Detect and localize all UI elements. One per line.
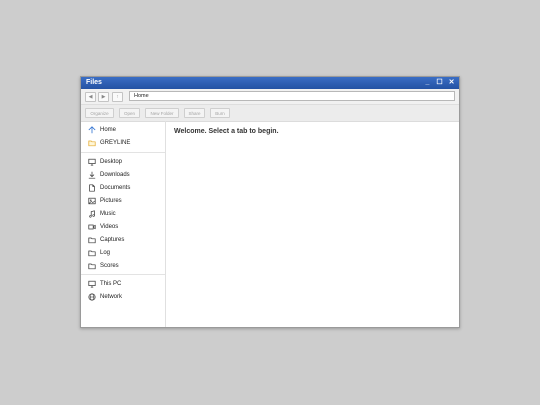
sidebar: Home GREYLINE Desktop Downloads Document… [81,121,166,327]
globe-icon [87,293,96,302]
content-pane: Welcome. Select a tab to begin. [166,121,459,327]
picture-icon [87,197,96,206]
sidebar-item-label: Music [100,211,116,217]
document-icon [87,184,96,193]
download-icon [87,171,96,180]
new-folder-button[interactable]: New Folder [145,108,179,118]
sidebar-item-label: Network [100,294,123,300]
monitor-icon [87,158,96,167]
organize-button[interactable]: Organize [85,108,114,118]
path-field[interactable]: Home [129,91,455,101]
sidebar-item-documents[interactable]: Documents [87,183,130,193]
welcome-message: Welcome. Select a tab to begin. [174,128,279,135]
file-explorer-window: Files _ ☐ ✕ ◀ ▶ ↑ Home Organize Open New… [80,76,460,328]
sidebar-item-log[interactable]: Log [87,248,110,258]
sidebar-item-label: Documents [100,185,131,191]
share-button[interactable]: Share [184,108,205,118]
sidebar-item-scores[interactable]: Scores [87,261,119,271]
sidebar-item-network[interactable]: Network [87,292,122,302]
sidebar-item-label: Captures [100,237,125,243]
up-button[interactable]: ↑ [112,92,123,102]
sidebar-item-this-pc[interactable]: This PC [87,279,121,289]
minimize-button[interactable]: _ [424,78,431,87]
maximize-button[interactable]: ☐ [436,78,443,87]
sidebar-item-home[interactable]: Home [87,125,116,135]
sidebar-item-downloads[interactable]: Downloads [87,170,130,180]
sidebar-item-greyline[interactable]: GREYLINE [87,138,130,148]
sidebar-item-music[interactable]: Music [87,209,116,219]
sidebar-item-desktop[interactable]: Desktop [87,157,122,167]
back-button[interactable]: ◀ [85,92,96,102]
sidebar-item-label: This PC [100,281,122,287]
sidebar-item-label: Home [100,127,117,133]
sidebar-item-captures[interactable]: Captures [87,235,124,245]
sidebar-item-label: Pictures [100,198,122,204]
window-controls: _ ☐ ✕ [424,78,455,87]
folder-icon [87,249,96,258]
sidebar-item-label: Log [100,250,111,256]
open-button[interactable]: Open [119,108,140,118]
sidebar-item-label: Videos [100,224,119,230]
burn-button[interactable]: Burn [210,108,230,118]
sidebar-item-pictures[interactable]: Pictures [87,196,122,206]
sidebar-divider [81,274,165,275]
folder-icon [87,236,96,245]
video-camera-icon [87,223,96,232]
window-title: Files [86,79,102,86]
close-button[interactable]: ✕ [448,78,455,87]
address-bar: ◀ ▶ ↑ Home [81,89,459,105]
music-note-icon [87,210,96,219]
sidebar-item-videos[interactable]: Videos [87,222,118,232]
sidebar-divider [81,152,165,153]
sidebar-item-label: Downloads [100,172,130,178]
sidebar-item-label: Scores [100,263,119,269]
forward-button[interactable]: ▶ [98,92,109,102]
toolbar: Organize Open New Folder Share Burn [81,105,459,122]
sidebar-item-label: Desktop [100,159,123,165]
computer-icon [87,280,96,289]
folder-icon [87,262,96,271]
folder-icon [87,139,96,148]
title-bar[interactable]: Files _ ☐ ✕ [81,77,459,89]
home-icon [87,126,96,135]
sidebar-item-label: GREYLINE [100,140,131,146]
